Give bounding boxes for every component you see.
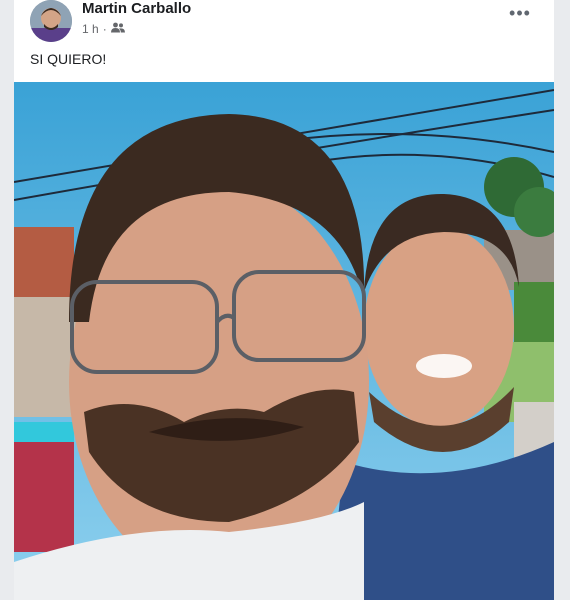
more-options-icon[interactable]: ••• — [506, 4, 534, 28]
post-card: Martin Carballo 1 h · ••• SI QUIERO! — [14, 0, 554, 600]
post-photo[interactable] — [14, 82, 554, 600]
author-name[interactable]: Martin Carballo — [82, 0, 191, 17]
post-meta: 1 h · — [82, 22, 125, 36]
author-avatar[interactable] — [30, 0, 72, 42]
friends-icon[interactable] — [110, 22, 125, 36]
post-text: SI QUIERO! — [30, 51, 107, 67]
post-time[interactable]: 1 h — [82, 22, 99, 36]
meta-separator: · — [102, 22, 107, 36]
post-header: Martin Carballo 1 h · ••• SI QUIERO! — [14, 0, 554, 80]
